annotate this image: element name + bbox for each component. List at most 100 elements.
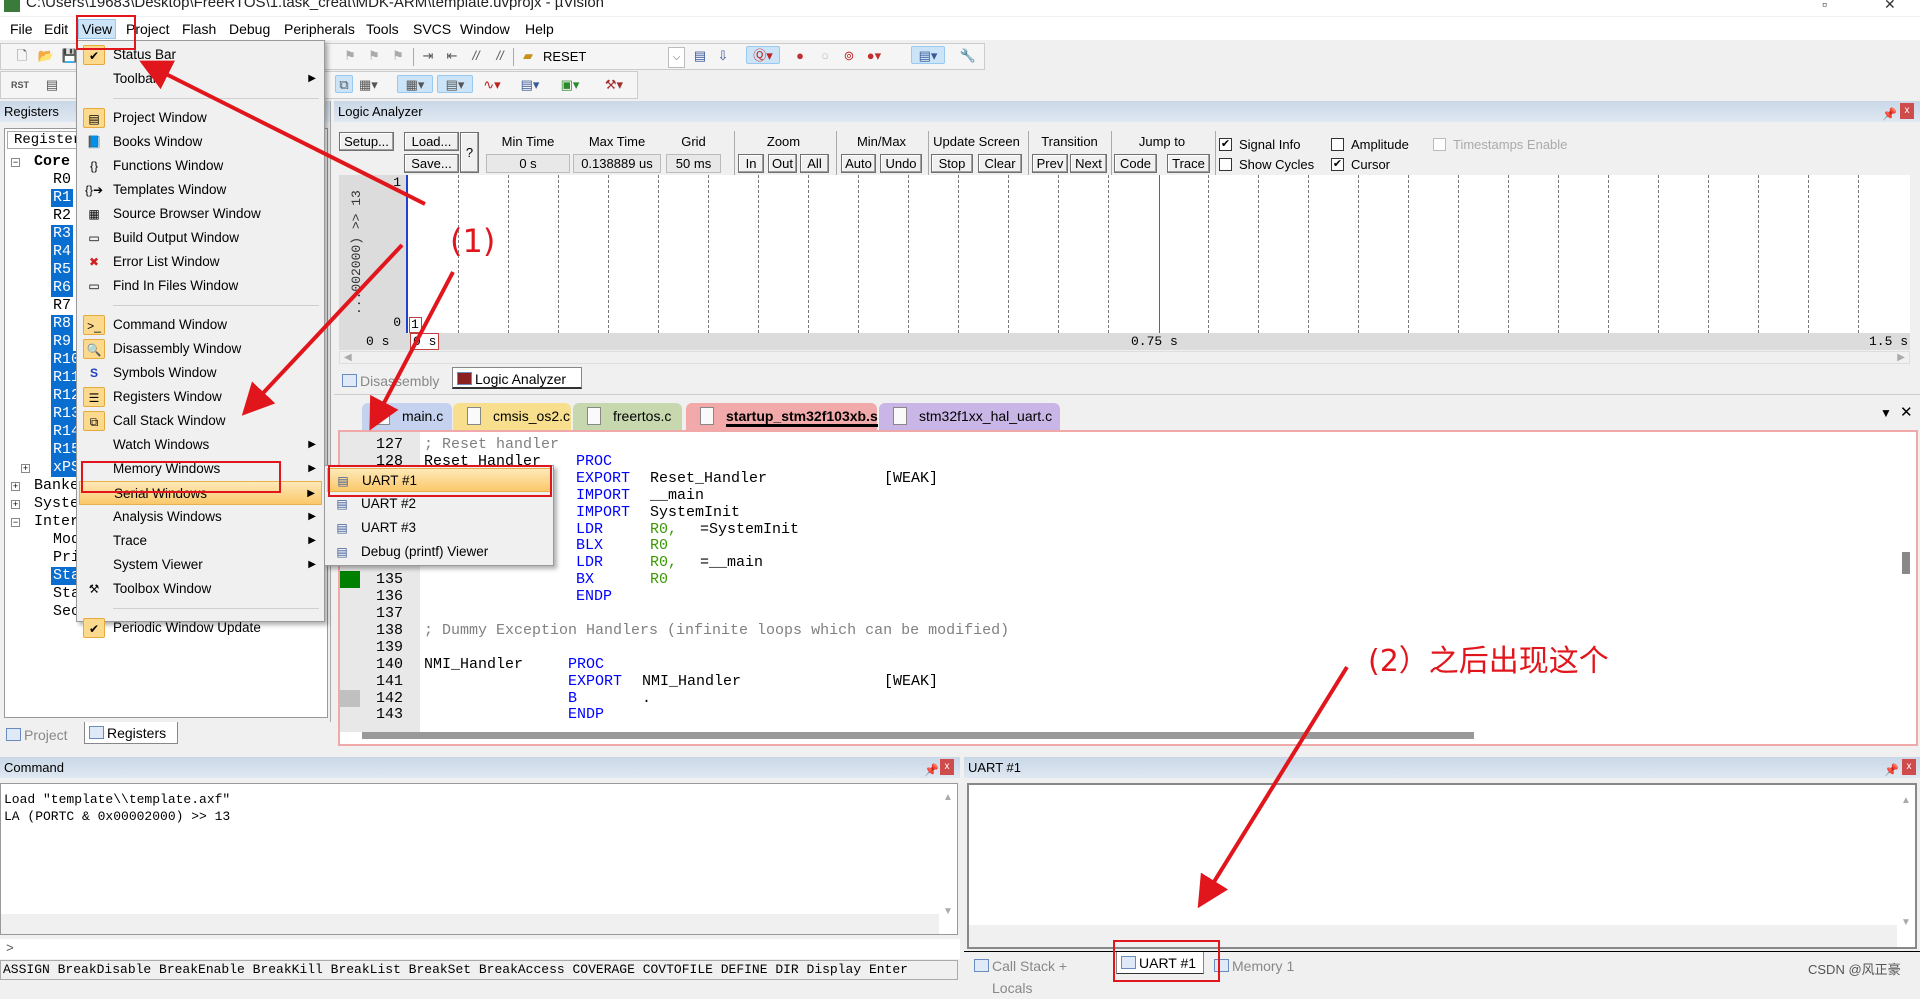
watch-icon[interactable]: ▦▾ xyxy=(359,76,378,94)
tab-memory1[interactable]: Memory 1 xyxy=(1210,955,1306,977)
scroll-down-icon[interactable]: ▼ xyxy=(943,906,953,917)
menu-item-error-list-window[interactable]: ✖ Error List Window xyxy=(79,250,322,274)
code-editor[interactable]: 127 ; Reset handler128Reset_HandlerPROC12… xyxy=(338,430,1918,746)
load-button[interactable]: Load... xyxy=(404,132,459,151)
horizontal-scroll-thumb[interactable] xyxy=(362,732,1474,739)
menu-item-disassembly-window[interactable]: 🔍 Disassembly Window xyxy=(79,337,322,361)
unindent-icon[interactable]: ⇤ xyxy=(443,47,461,65)
menu-item-command-window[interactable]: >_ Command Window xyxy=(79,313,322,337)
find-icon[interactable]: ▤ xyxy=(691,47,709,65)
find-in-files-icon[interactable]: ⇩ xyxy=(714,47,732,65)
editor-tab[interactable]: freertos.c xyxy=(573,403,682,430)
tab-registers[interactable]: Registers xyxy=(84,722,178,744)
close-icon[interactable]: ✕ xyxy=(1884,0,1896,13)
amplitude-checkbox[interactable] xyxy=(1331,138,1344,151)
register-row[interactable]: R5 xyxy=(51,261,74,279)
indent-icon[interactable]: ⇥ xyxy=(419,47,437,65)
menu-item-build-output-window[interactable]: ▭ Build Output Window xyxy=(79,226,322,250)
menu-item-symbols-window[interactable]: S Symbols Window xyxy=(79,361,322,385)
menu-svcs[interactable]: SVCS xyxy=(410,20,454,38)
tab-call-stack-locals[interactable]: Call Stack + Locals xyxy=(970,955,1110,996)
menu-item-books-window[interactable]: 📘 Books Window xyxy=(79,130,322,154)
restore-icon[interactable]: ▫ xyxy=(1822,0,1827,12)
register-row[interactable]: R3 xyxy=(51,225,74,243)
pin-icon[interactable]: 📌 xyxy=(1884,760,1899,781)
register-row[interactable]: R6 xyxy=(51,279,74,297)
cursor-checkbox[interactable]: ✔ xyxy=(1331,158,1344,171)
uncomment-icon[interactable]: // xyxy=(491,47,509,65)
undo-button[interactable]: Undo xyxy=(880,154,922,173)
menu-item-watch-windows[interactable]: Watch Windows ▶ xyxy=(79,433,322,457)
prev-button[interactable]: Prev xyxy=(1032,154,1068,173)
bookmark-icon[interactable]: ⚑ xyxy=(341,47,359,65)
signal-name-column[interactable]: ...002000) >> 13 1 0 xyxy=(339,175,408,333)
run-icon[interactable]: ▤ xyxy=(43,76,61,94)
register-row[interactable]: R4 xyxy=(51,243,74,261)
waveform-plot[interactable]: 1 xyxy=(408,175,1910,333)
analysis-window-icon[interactable]: ∿▾ xyxy=(477,76,507,94)
menu-peripherals[interactable]: Peripherals xyxy=(281,20,358,38)
la-horizontal-scrollbar[interactable]: ◀ ▶ xyxy=(339,351,1910,364)
command-input[interactable]: > xyxy=(0,939,960,959)
register-row[interactable]: R9 xyxy=(51,333,74,351)
tree-expander-icon[interactable]: + xyxy=(21,464,30,473)
command-h-scrollbar[interactable] xyxy=(1,914,939,934)
scroll-up-icon[interactable]: ▲ xyxy=(1901,795,1911,806)
tab-logic-analyzer[interactable]: Logic Analyzer xyxy=(452,367,582,389)
uart-h-scrollbar[interactable] xyxy=(969,925,1897,947)
menu-edit[interactable]: Edit xyxy=(41,20,71,38)
menu-item-analysis-windows[interactable]: Analysis Windows ▶ xyxy=(79,505,322,529)
tab-disassembly[interactable]: Disassembly xyxy=(338,370,448,392)
menu-file[interactable]: File xyxy=(7,20,36,38)
next-button[interactable]: Next xyxy=(1070,154,1107,173)
system-viewer-icon[interactable]: ▣▾ xyxy=(555,76,585,94)
menu-item-toolbars[interactable]: Toolbars ▶ xyxy=(79,67,322,91)
target-dropdown[interactable]: ⌵ xyxy=(668,47,685,68)
menu-flash[interactable]: Flash xyxy=(179,20,219,38)
breakpoint-disabled-icon[interactable]: ○ xyxy=(816,47,834,65)
scroll-right-icon[interactable]: ▶ xyxy=(1897,352,1905,363)
clear-button[interactable]: Clear xyxy=(978,154,1022,173)
editor-tab[interactable]: main.c xyxy=(362,403,452,430)
memory-window-icon[interactable]: ▦▾ xyxy=(397,75,433,93)
register-row[interactable]: R7 xyxy=(51,297,73,315)
zoom-out-button[interactable]: Out xyxy=(768,154,797,173)
reset-cpu-icon[interactable]: RST xyxy=(11,76,29,94)
breakpoint-icon[interactable]: ● xyxy=(791,47,809,65)
menu-item-trace[interactable]: Trace ▶ xyxy=(79,529,322,553)
serial-window-icon[interactable]: ▤▾ xyxy=(437,75,473,93)
editor-tab[interactable]: cmsis_os2.c xyxy=(453,403,571,430)
tab-project[interactable]: Project xyxy=(2,724,80,746)
kill-breakpoints-icon[interactable]: ●▾ xyxy=(865,47,883,65)
uart-output[interactable]: ▲ ▼ xyxy=(967,783,1917,949)
new-file-icon[interactable]: 🗋 xyxy=(13,47,31,65)
bookmark-clear-icon[interactable]: ⚑ xyxy=(389,47,407,65)
jump-code-button[interactable]: Code xyxy=(1114,154,1157,173)
scroll-left-icon[interactable]: ◀ xyxy=(344,352,352,363)
menu-item-templates-window[interactable]: {}➔ Templates Window xyxy=(79,178,322,202)
editor-tab[interactable]: startup_stm32f103xb.s xyxy=(686,403,878,430)
zoom-all-button[interactable]: All xyxy=(800,154,829,173)
menu-item-periodic-window-update[interactable]: ✔ Periodic Window Update xyxy=(79,616,322,640)
show-cycles-checkbox[interactable] xyxy=(1219,158,1232,171)
jump-trace-button[interactable]: Trace xyxy=(1167,154,1210,173)
tree-expander-icon[interactable]: + xyxy=(11,500,20,509)
disable-all-breakpoints-icon[interactable]: ⊚ xyxy=(840,47,858,65)
trace-window-icon[interactable]: ▤▾ xyxy=(515,76,545,94)
close-icon[interactable]: x xyxy=(1902,759,1916,775)
wrench-icon[interactable]: 🔧 xyxy=(959,47,977,65)
register-row[interactable]: R8 xyxy=(51,315,74,333)
toolbox-icon[interactable]: ⚒▾ xyxy=(599,76,629,94)
bookmark-prev-icon[interactable]: ⚑ xyxy=(365,47,383,65)
menu-debug[interactable]: Debug xyxy=(226,20,273,38)
stop-button[interactable]: Stop xyxy=(931,154,973,173)
save-button[interactable]: Save... xyxy=(404,154,459,173)
menu-window[interactable]: Window xyxy=(457,20,513,38)
menu-item-toolbox-window[interactable]: ⚒ Toolbox Window xyxy=(79,577,322,601)
vertical-scroll-thumb[interactable] xyxy=(1902,552,1910,574)
menu-item-project-window[interactable]: ▤ Project Window xyxy=(79,106,322,130)
register-row[interactable]: R1 xyxy=(51,189,74,207)
window-config-icon[interactable]: ▤▾ xyxy=(911,46,945,64)
register-row[interactable]: R0 xyxy=(51,171,73,189)
register-row[interactable]: R2 xyxy=(51,207,73,225)
